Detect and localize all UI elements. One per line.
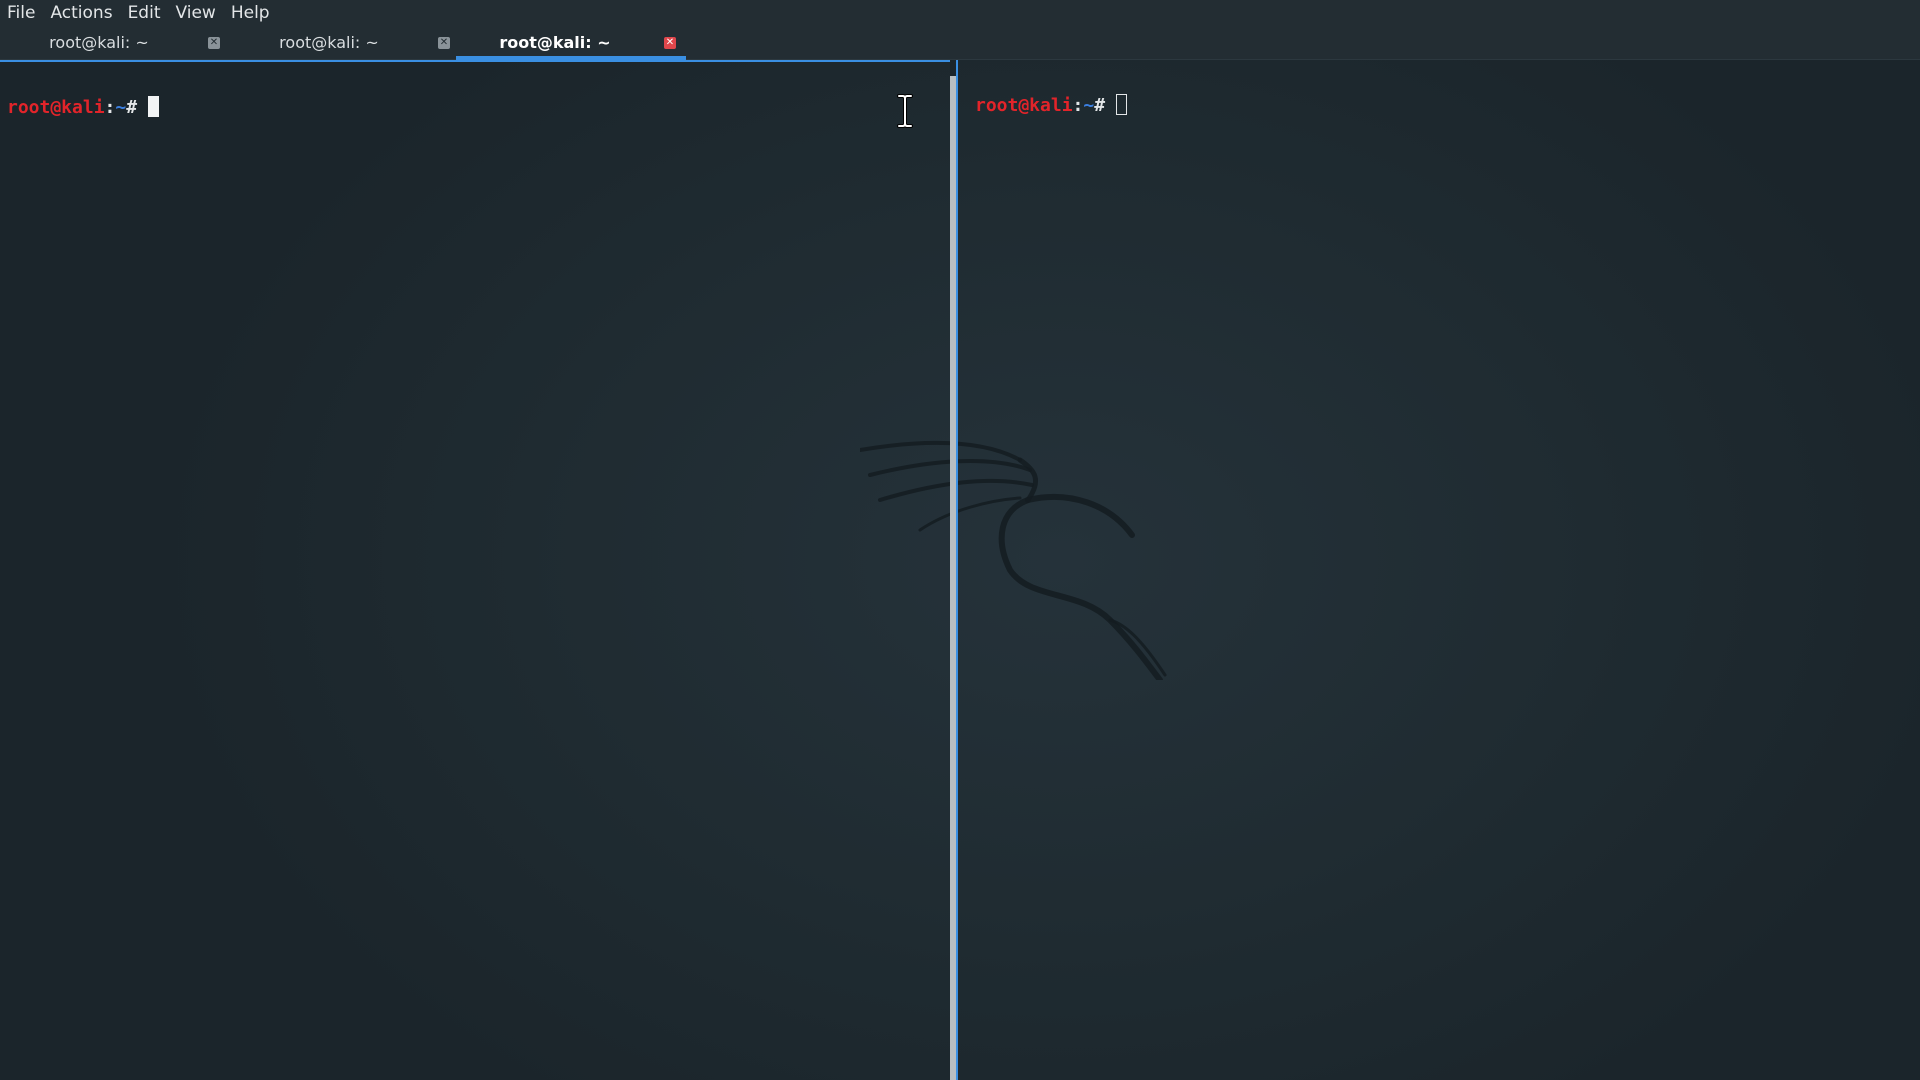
terminal-pane-right[interactable]: root@kali:~# <box>956 60 1920 1080</box>
menu-bar: File Actions Edit View Help <box>0 0 1920 26</box>
terminal-pane-left[interactable]: root@kali:~# <box>0 60 950 1080</box>
text-cursor-icon <box>897 94 913 128</box>
shell-prompt: root@kali:~# <box>975 94 1128 118</box>
prompt-separator: : <box>104 97 116 118</box>
shell-prompt: root@kali:~# <box>7 96 160 120</box>
close-icon[interactable]: ✕ <box>438 37 450 49</box>
menu-view[interactable]: View <box>168 0 223 26</box>
prompt-path: ~ <box>1083 95 1095 116</box>
menu-file[interactable]: File <box>0 0 43 26</box>
tab-3-active[interactable]: root@kali: ~ ✕ <box>456 26 686 60</box>
tab-label: root@kali: ~ <box>279 33 379 52</box>
tab-bar: root@kali: ~ ✕ root@kali: ~ ✕ root@kali:… <box>0 26 1920 60</box>
menu-actions[interactable]: Actions <box>43 0 120 26</box>
tab-label: root@kali: ~ <box>499 33 611 52</box>
terminal-window: File Actions Edit View Help root@kali: ~… <box>0 0 1920 1080</box>
prompt-symbol: # <box>1094 95 1106 116</box>
tab-label: root@kali: ~ <box>49 33 149 52</box>
terminal-cursor <box>148 96 160 117</box>
prompt-path: ~ <box>115 97 127 118</box>
menu-help[interactable]: Help <box>224 0 278 26</box>
close-icon[interactable]: ✕ <box>208 37 220 49</box>
terminal-cursor <box>1116 94 1128 115</box>
close-icon[interactable]: ✕ <box>664 37 676 49</box>
tab-2[interactable]: root@kali: ~ ✕ <box>230 26 460 60</box>
tab-1[interactable]: root@kali: ~ ✕ <box>0 26 230 60</box>
prompt-user: root@kali <box>975 95 1073 116</box>
prompt-symbol: # <box>126 97 138 118</box>
prompt-separator: : <box>1072 95 1084 116</box>
prompt-user: root@kali <box>7 97 105 118</box>
menu-edit[interactable]: Edit <box>121 0 169 26</box>
